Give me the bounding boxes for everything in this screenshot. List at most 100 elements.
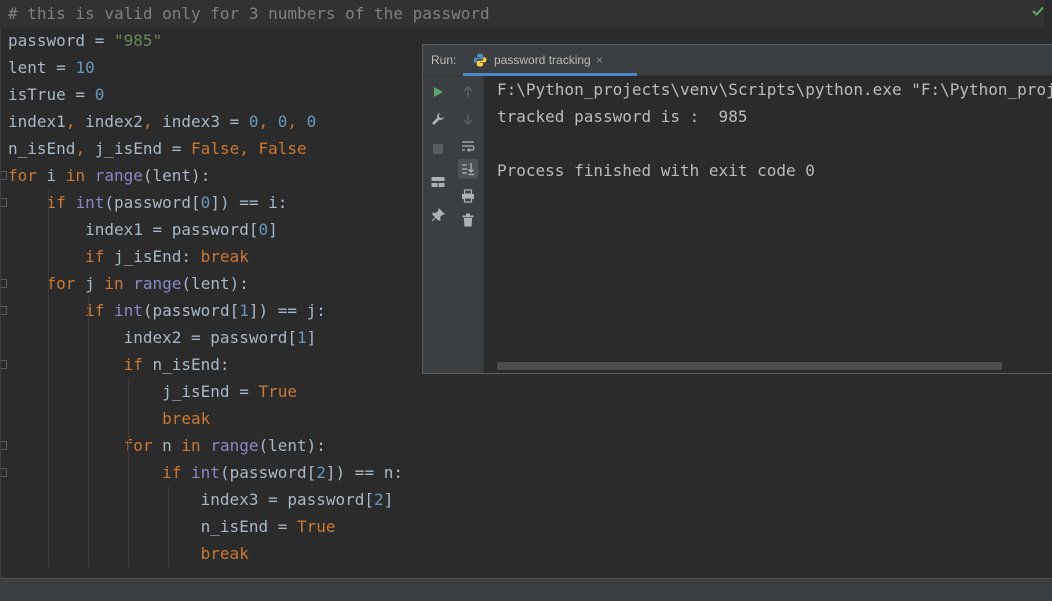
code-token: , bbox=[239, 139, 259, 158]
fold-marker[interactable] bbox=[1, 360, 7, 369]
horizontal-scrollbar[interactable] bbox=[497, 362, 1002, 370]
code-token: , bbox=[258, 112, 278, 131]
layout-icon[interactable] bbox=[428, 172, 448, 192]
code-token: n_isEnd = bbox=[8, 517, 297, 536]
down-arrow-icon[interactable] bbox=[458, 109, 478, 129]
code-token: (lent): bbox=[142, 166, 211, 185]
wrench-icon[interactable] bbox=[428, 109, 448, 129]
console-line: Process finished with exit code 0 bbox=[497, 161, 815, 180]
code-line[interactable]: index1, index2, index3 = 0, 0, 0 bbox=[8, 108, 316, 135]
code-token: ]) == i: bbox=[210, 193, 288, 212]
code-token: isTrue = bbox=[8, 85, 95, 104]
code-token: in bbox=[181, 436, 201, 455]
stop-icon[interactable] bbox=[428, 139, 448, 159]
code-line[interactable]: isTrue = 0 bbox=[8, 81, 104, 108]
code-token: j_isEnd = bbox=[85, 139, 192, 158]
code-token: 10 bbox=[75, 58, 95, 77]
soft-wrap-icon[interactable] bbox=[458, 136, 478, 156]
code-token: j_isEnd: bbox=[104, 247, 201, 266]
python-icon bbox=[473, 53, 487, 67]
code-line[interactable]: index2 = password[1] bbox=[8, 324, 317, 351]
indent-guide bbox=[88, 297, 89, 567]
code-token: password = bbox=[8, 31, 114, 50]
code-line[interactable]: for n in range(lent): bbox=[8, 432, 326, 459]
run-icon[interactable] bbox=[428, 82, 448, 102]
code-token: False bbox=[191, 139, 240, 158]
console-line: tracked password is : 985 bbox=[497, 107, 748, 126]
code-line[interactable]: for i in range(lent): bbox=[8, 162, 210, 189]
code-token: if bbox=[46, 193, 66, 212]
code-token: if bbox=[85, 247, 105, 266]
code-token: int bbox=[191, 463, 220, 482]
tab-label: password tracking bbox=[494, 53, 591, 67]
code-token: ] bbox=[383, 490, 394, 509]
print-icon[interactable] bbox=[458, 186, 478, 206]
code-token: int bbox=[113, 301, 143, 320]
trash-icon[interactable] bbox=[458, 210, 478, 230]
fold-marker[interactable] bbox=[1, 279, 7, 288]
code-token: (password[ bbox=[219, 463, 317, 482]
code-token: index3 = password[ bbox=[8, 490, 375, 509]
code-token: n_isEnd bbox=[8, 139, 76, 158]
code-token: 0 bbox=[94, 85, 105, 104]
fold-marker[interactable] bbox=[1, 306, 7, 315]
run-toolbar-right bbox=[453, 76, 484, 373]
code-token: True bbox=[258, 382, 297, 401]
code-line[interactable]: j_isEnd = True bbox=[8, 378, 297, 405]
scroll-to-end-icon[interactable] bbox=[458, 159, 478, 179]
code-token: 1 bbox=[296, 328, 307, 347]
code-line[interactable]: password = "985" bbox=[8, 27, 162, 54]
code-token: if bbox=[123, 355, 143, 374]
close-icon[interactable]: × bbox=[596, 45, 603, 73]
code-line[interactable]: if j_isEnd: break bbox=[8, 243, 249, 270]
fold-marker[interactable] bbox=[1, 171, 7, 180]
fold-marker[interactable] bbox=[1, 441, 7, 450]
code-token: ] bbox=[306, 328, 317, 347]
code-line[interactable]: if int(password[2]) == n: bbox=[8, 459, 403, 486]
tab-password-tracking[interactable]: password tracking × bbox=[463, 45, 637, 76]
code-token: 0 bbox=[200, 193, 211, 212]
indent-guide bbox=[128, 378, 129, 567]
code-line[interactable]: index3 = password[2] bbox=[8, 486, 394, 513]
code-token: break bbox=[200, 247, 249, 266]
pin-icon[interactable] bbox=[428, 205, 448, 225]
code-line[interactable]: n_isEnd = True bbox=[8, 513, 336, 540]
fold-marker[interactable] bbox=[1, 198, 7, 207]
code-line[interactable]: # this is valid only for 3 numbers of th… bbox=[0, 0, 1044, 27]
code-line[interactable]: for j in range(lent): bbox=[8, 270, 249, 297]
code-token: # this is valid only for 3 numbers of th… bbox=[8, 4, 490, 23]
code-token: 2 bbox=[374, 490, 384, 509]
console-line: F:\Python_projects\venv\Scripts\python.e… bbox=[497, 80, 1052, 99]
code-token: "985" bbox=[113, 31, 163, 50]
fold-marker[interactable] bbox=[1, 468, 7, 477]
code-token: (lent): bbox=[258, 436, 326, 455]
code-token: for bbox=[46, 274, 76, 293]
up-arrow-icon[interactable] bbox=[458, 82, 478, 102]
code-line[interactable]: break bbox=[8, 405, 210, 432]
code-line[interactable]: if int(password[1]) == j: bbox=[8, 297, 326, 324]
code-token: , bbox=[142, 112, 153, 131]
code-token: 0 bbox=[306, 112, 317, 131]
inspection-ok-icon[interactable] bbox=[1032, 6, 1044, 16]
code-line[interactable]: if n_isEnd: bbox=[8, 351, 230, 378]
code-token: 2 bbox=[316, 463, 326, 482]
indent-guide bbox=[168, 486, 169, 567]
gutter bbox=[0, 0, 1, 578]
code-token: , bbox=[75, 139, 86, 158]
code-line[interactable]: lent = 10 bbox=[8, 54, 95, 81]
code-line[interactable]: if int(password[0]) == i: bbox=[8, 189, 288, 216]
console-output[interactable]: F:\Python_projects\venv\Scripts\python.e… bbox=[485, 76, 1052, 373]
code-line[interactable]: n_isEnd, j_isEnd = False, False bbox=[8, 135, 307, 162]
code-token: lent = bbox=[8, 58, 76, 77]
code-token: index3 = bbox=[152, 112, 249, 131]
